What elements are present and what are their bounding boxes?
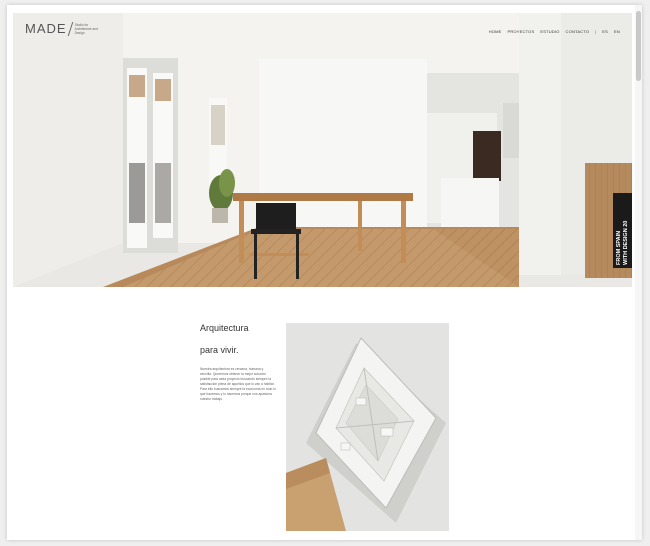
- logo-slash-icon: [67, 22, 73, 36]
- scrollbar-thumb[interactable]: [636, 11, 641, 81]
- logo[interactable]: MADE Studio for Architecture and Design: [25, 21, 101, 36]
- section-title: Arquitectura: [200, 323, 249, 333]
- hero-photo: [13, 13, 632, 287]
- architecture-model-image: [286, 323, 449, 531]
- lang-es[interactable]: ES: [602, 29, 608, 34]
- hero-image: FROM SPAIN WITH DESIGN 20 MADE Studio fo…: [13, 13, 632, 287]
- vertical-scrollbar[interactable]: [635, 5, 642, 540]
- nav-proyectos[interactable]: PROYECTOS: [508, 29, 535, 34]
- nav-estudio[interactable]: ESTUDIO: [540, 29, 559, 34]
- logo-wordmark: MADE: [25, 21, 67, 36]
- lang-en[interactable]: EN: [614, 29, 620, 34]
- nav-separator: |: [595, 29, 597, 34]
- main-nav: HOME PROYECTOS ESTUDIO CONTACTO | ES EN: [489, 29, 620, 34]
- nav-contacto[interactable]: CONTACTO: [566, 29, 590, 34]
- model-photo: [286, 323, 449, 531]
- hero-badge: FROM SPAIN WITH DESIGN 20: [613, 193, 632, 268]
- nav-home[interactable]: HOME: [489, 29, 502, 34]
- section-body: Nuestra arquitectura es cercana, humana …: [200, 367, 276, 401]
- browser-window: FROM SPAIN WITH DESIGN 20 MADE Studio fo…: [7, 5, 642, 540]
- logo-tagline: Studio for Architecture and Design: [74, 23, 98, 35]
- section-subtitle: para vivir.: [200, 345, 239, 355]
- badge-line-2: WITH DESIGN 20: [622, 220, 629, 265]
